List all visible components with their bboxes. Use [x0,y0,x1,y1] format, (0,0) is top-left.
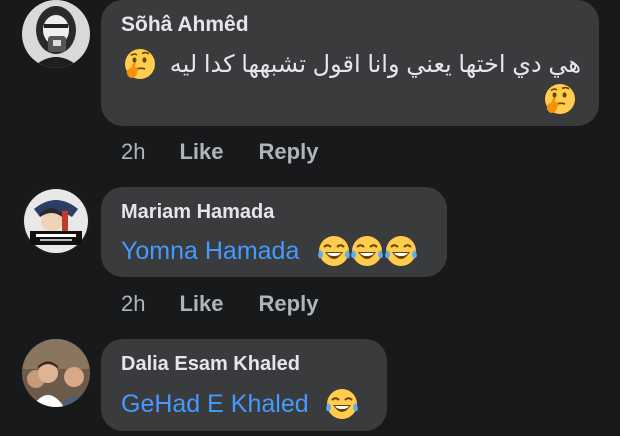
comment-author-name[interactable]: Dalia Esam Khaled [121,353,300,376]
comment-text: هي دي اختها يعني وانا اقول تشبهها كدا لي… [169,51,581,78]
like-button[interactable]: Like [179,291,223,317]
tears-of-joy-icon [317,234,351,268]
tears-of-joy-icon [325,387,359,421]
comment-author-name[interactable]: Sõhâ Ahmêd [121,13,249,37]
tears-of-joy-icon [350,234,384,268]
avatar[interactable] [22,0,90,68]
mention-link[interactable]: GeHad E Khaled [121,390,309,419]
comment-feed: Sõhâ Ahmêd هي دي اختها يعني وانا اقول تش… [0,0,620,436]
comment-actions: 2h Like Reply [121,139,318,165]
comment-bubble: Mariam Hamada Yomna Hamada [101,187,447,277]
thinking-face-icon [543,82,577,116]
avatar[interactable] [22,339,90,407]
tears-of-joy-icon [384,234,418,268]
mention-link[interactable]: Yomna Hamada [121,237,299,266]
comment-timestamp[interactable]: 2h [121,139,145,165]
comment-timestamp[interactable]: 2h [121,291,145,317]
avatar[interactable] [22,187,90,255]
comment-actions: 2h Like Reply [121,291,318,317]
reply-button[interactable]: Reply [259,139,319,165]
reply-button[interactable]: Reply [259,291,319,317]
comment-author-name[interactable]: Mariam Hamada [121,201,274,224]
comment-bubble: Dalia Esam Khaled GeHad E Khaled [101,339,387,431]
like-button[interactable]: Like [179,139,223,165]
thinking-face-icon [123,47,157,81]
comment-bubble: Sõhâ Ahmêd هي دي اختها يعني وانا اقول تش… [101,0,599,126]
